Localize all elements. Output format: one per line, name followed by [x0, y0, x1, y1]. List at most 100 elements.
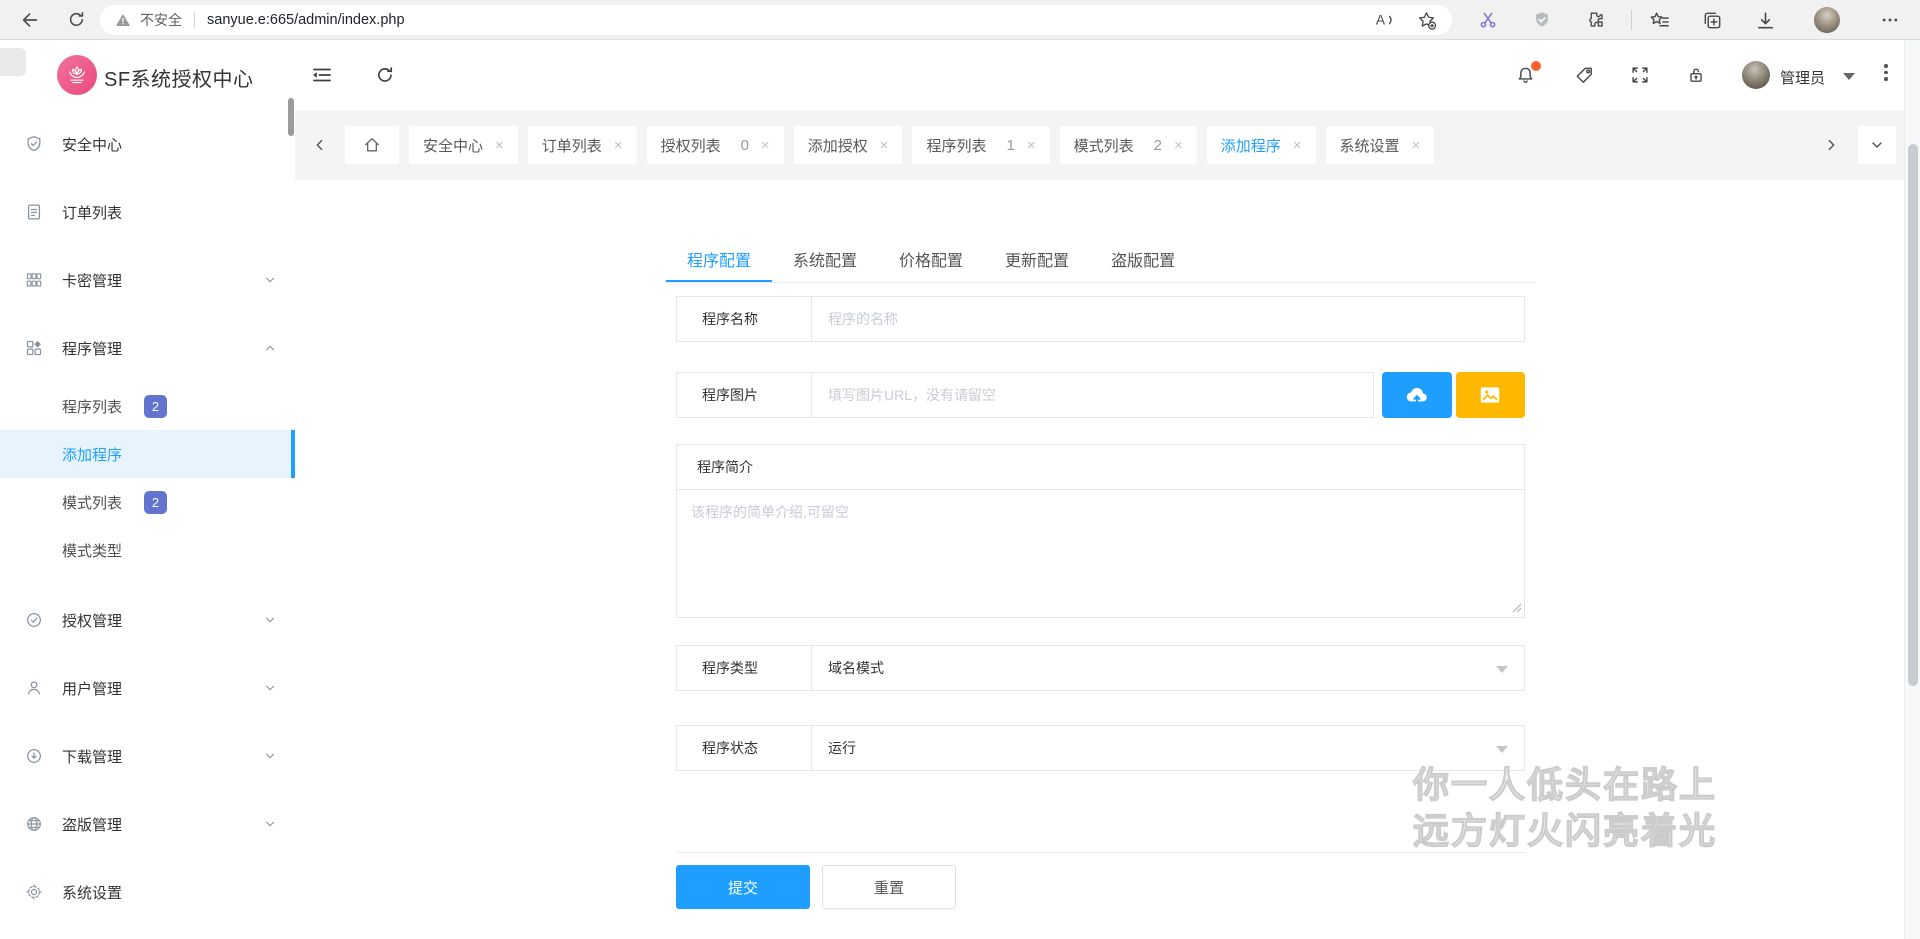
close-tab-icon[interactable]: × — [880, 138, 889, 153]
workspace-tab-add-auth[interactable]: 添加授权 × — [794, 126, 903, 164]
document-icon — [24, 202, 44, 222]
tab-system-config[interactable]: 系统配置 — [772, 238, 878, 282]
browser-chrome: 不安全 sanyue.e:665/admin/index.php A — [0, 0, 1920, 40]
sidebar-item-order-list[interactable]: 订单列表 — [0, 178, 295, 246]
form-row-program-name: 程序名称 — [676, 296, 1525, 342]
browser-profile-avatar[interactable] — [1814, 7, 1840, 33]
sidebar-subitem-add-program[interactable]: 添加程序 — [0, 430, 295, 478]
sidebar-item-label: 安全中心 — [62, 134, 122, 155]
tabs-menu-icon[interactable] — [1858, 126, 1896, 164]
extensions-puzzle-icon[interactable] — [1585, 9, 1607, 31]
chevron-down-icon — [263, 817, 277, 831]
workspace-tab-auth-list[interactable]: 授权列表 0 × — [647, 126, 784, 164]
tab-label: 授权列表 — [661, 135, 721, 156]
downloads-icon[interactable] — [1754, 9, 1777, 32]
app-header: SF系统授权中心 管理员 — [0, 40, 1904, 110]
tag-icon[interactable] — [1572, 63, 1596, 87]
scrollbar-thumb[interactable] — [1908, 144, 1918, 686]
collections-icon[interactable] — [1701, 9, 1724, 32]
program-type-select[interactable]: 域名模式 — [811, 645, 1525, 691]
close-tab-icon[interactable]: × — [1174, 138, 1183, 153]
sidebar-item-piracy-management[interactable]: 盗版管理 — [0, 790, 295, 858]
count-badge: 2 — [144, 491, 167, 514]
browser-back-button[interactable] — [18, 8, 42, 32]
fullscreen-icon[interactable] — [1628, 63, 1652, 87]
sidebar-item-security-center[interactable]: 安全中心 — [0, 110, 295, 178]
workspace-tab-add-program[interactable]: 添加程序 × — [1207, 126, 1316, 164]
chevron-down-icon — [263, 613, 277, 627]
sidebar-item-download-management[interactable]: 下载管理 — [0, 722, 295, 790]
sidebar-item-auth-management[interactable]: 授权管理 — [0, 586, 295, 654]
sidebar-item-system-settings[interactable]: 系统设置 — [0, 858, 295, 926]
close-tab-icon[interactable]: × — [614, 138, 623, 153]
program-intro-textarea[interactable] — [676, 490, 1525, 618]
favorites-icon[interactable] — [1648, 9, 1671, 32]
page-scrollbar — [1904, 40, 1920, 939]
program-image-input[interactable] — [811, 372, 1374, 418]
close-tab-icon[interactable]: × — [495, 138, 504, 153]
add-favorite-icon[interactable] — [1415, 9, 1438, 32]
sidebar-item-program-management[interactable]: 程序管理 — [0, 314, 295, 382]
workspace-tab-system-settings[interactable]: 系统设置 × — [1326, 126, 1435, 164]
sidebar-subitem-mode-list[interactable]: 模式列表 2 — [0, 478, 295, 526]
edge-sidebar-handle[interactable] — [0, 48, 26, 76]
selected-value: 运行 — [828, 738, 856, 758]
cloud-upload-icon — [1403, 381, 1431, 409]
tabs-scroll-right-icon[interactable] — [1820, 134, 1842, 156]
resize-handle[interactable] — [1512, 603, 1522, 613]
workspace-tab-mode-list[interactable]: 模式列表 2 × — [1060, 126, 1197, 164]
sidebar-item-card-key-management[interactable]: 卡密管理 — [0, 246, 295, 314]
extension-scissors-icon[interactable] — [1477, 9, 1499, 31]
user-menu-caret-icon[interactable] — [1843, 73, 1855, 80]
sidebar-item-label: 程序管理 — [62, 338, 122, 359]
sidebar-subitem-program-list[interactable]: 程序列表 2 — [0, 382, 295, 430]
shield-check-icon — [24, 134, 44, 154]
app-refresh-icon[interactable] — [373, 63, 397, 87]
close-tab-icon[interactable]: × — [761, 138, 770, 153]
preview-image-button[interactable] — [1456, 372, 1526, 418]
reset-button[interactable]: 重置 — [822, 865, 956, 909]
close-tab-icon[interactable]: × — [1027, 138, 1036, 153]
tab-update-config[interactable]: 更新配置 — [984, 238, 1090, 282]
close-tab-icon[interactable]: × — [1293, 138, 1302, 153]
tab-label: 系统设置 — [1340, 135, 1400, 156]
count-badge: 2 — [144, 395, 167, 418]
username-label[interactable]: 管理员 — [1780, 67, 1825, 88]
sidebar-item-label: 盗版管理 — [62, 814, 122, 835]
user-avatar[interactable] — [1742, 61, 1770, 89]
lock-icon[interactable] — [1684, 63, 1708, 87]
address-bar[interactable]: 不安全 sanyue.e:665/admin/index.php A — [100, 5, 1452, 35]
menu-collapse-icon[interactable] — [310, 63, 334, 87]
tab-price-config[interactable]: 价格配置 — [878, 238, 984, 282]
sidebar-item-label: 授权管理 — [62, 610, 122, 631]
tab-piracy-config[interactable]: 盗版配置 — [1090, 238, 1196, 282]
sidebar-subitem-label: 添加程序 — [62, 444, 122, 465]
program-name-input[interactable] — [811, 296, 1525, 342]
security-status-label[interactable]: 不安全 — [140, 10, 182, 30]
workspace-tab-security-center[interactable]: 安全中心 × — [409, 126, 518, 164]
browser-refresh-button[interactable] — [64, 8, 88, 32]
close-tab-icon[interactable]: × — [1412, 138, 1421, 153]
home-tab[interactable] — [345, 126, 399, 164]
app-title: SF系统授权中心 — [104, 63, 254, 92]
image-icon — [1477, 382, 1503, 408]
app-logo — [57, 55, 97, 95]
workspace-tab-order-list[interactable]: 订单列表 × — [528, 126, 637, 164]
shield-extension-icon[interactable] — [1531, 9, 1553, 31]
header-more-icon[interactable] — [1884, 64, 1888, 81]
upload-image-button[interactable] — [1382, 372, 1452, 418]
tab-program-config[interactable]: 程序配置 — [666, 238, 772, 282]
sidebar-item-label: 用户管理 — [62, 678, 122, 699]
program-status-select[interactable]: 运行 — [811, 725, 1525, 771]
notifications-bell-icon[interactable] — [1513, 63, 1537, 87]
workspace-tab-program-list[interactable]: 程序列表 1 × — [912, 126, 1049, 164]
tab-count: 2 — [1154, 137, 1162, 154]
browser-menu-icon[interactable] — [1878, 8, 1902, 32]
tabs-scroll-left-icon[interactable] — [309, 134, 331, 156]
sidebar-item-user-management[interactable]: 用户管理 — [0, 654, 295, 722]
sidebar-subitem-mode-type[interactable]: 模式类型 — [0, 526, 295, 574]
tab-label: 安全中心 — [423, 135, 483, 156]
read-aloud-icon[interactable]: A — [1373, 9, 1397, 31]
url-text[interactable]: sanyue.e:665/admin/index.php — [207, 12, 405, 28]
submit-button[interactable]: 提交 — [676, 865, 810, 909]
